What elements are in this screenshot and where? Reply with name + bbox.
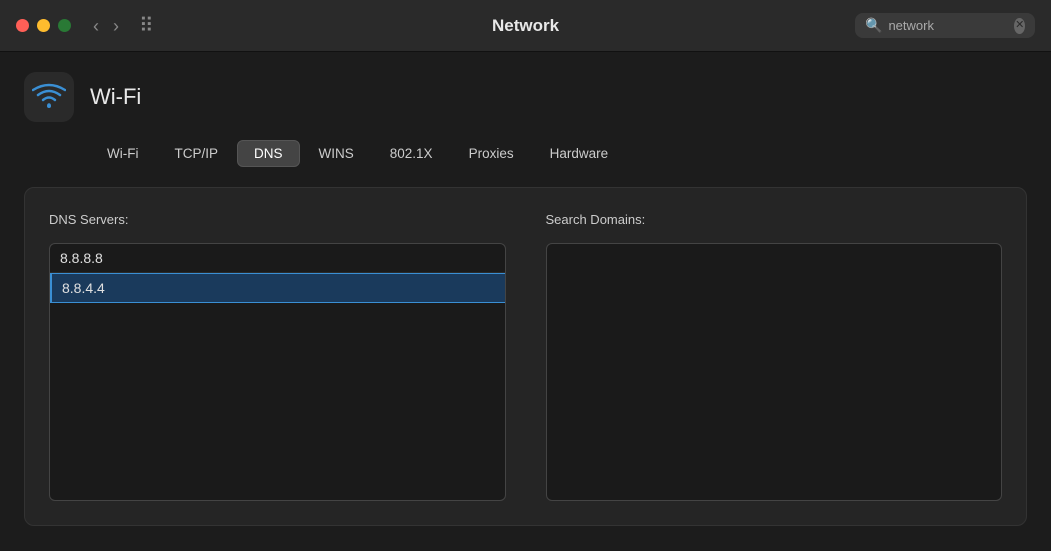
dns-servers-list: 8.8.8.8 8.8.4.4 [49, 243, 506, 501]
dns-servers-section: DNS Servers: 8.8.8.8 8.8.4.4 [49, 212, 506, 501]
tab-wifi[interactable]: Wi-Fi [90, 140, 155, 167]
main-content: Wi-Fi Wi-Fi TCP/IP DNS WINS 802.1X Proxi… [0, 52, 1051, 551]
dns-servers-label: DNS Servers: [49, 212, 506, 227]
grid-icon[interactable]: ⠿ [139, 13, 154, 38]
search-input[interactable] [888, 18, 1008, 33]
titlebar: ‹ › ⠿ Network 🔍 ✕ [0, 0, 1051, 52]
close-button[interactable] [16, 19, 29, 32]
dns-entry-2[interactable]: 8.8.4.4 [50, 273, 505, 303]
minimize-button[interactable] [37, 19, 50, 32]
search-domains-list [546, 243, 1003, 501]
tab-tcpip[interactable]: TCP/IP [157, 140, 235, 167]
search-domains-label: Search Domains: [546, 212, 1003, 227]
search-bar: 🔍 ✕ [855, 13, 1035, 38]
wifi-label: Wi-Fi [90, 84, 141, 110]
search-domains-section: Search Domains: [546, 212, 1003, 501]
traffic-lights [16, 19, 71, 32]
tab-wins[interactable]: WINS [302, 140, 371, 167]
forward-button[interactable]: › [109, 15, 123, 37]
content-panel: DNS Servers: 8.8.8.8 8.8.4.4 Search Doma… [24, 187, 1027, 526]
dns-entry-1[interactable]: 8.8.8.8 [50, 244, 505, 273]
search-icon: 🔍 [865, 17, 882, 34]
tabs-bar: Wi-Fi TCP/IP DNS WINS 802.1X Proxies Har… [90, 140, 1027, 167]
tab-8021x[interactable]: 802.1X [373, 140, 450, 167]
tab-hardware[interactable]: Hardware [533, 140, 626, 167]
maximize-button[interactable] [58, 19, 71, 32]
search-clear-button[interactable]: ✕ [1014, 18, 1025, 34]
wifi-header: Wi-Fi [24, 72, 1027, 122]
window-title: Network [492, 16, 559, 36]
back-button[interactable]: ‹ [89, 15, 103, 37]
wifi-icon [32, 83, 66, 111]
tab-dns[interactable]: DNS [237, 140, 300, 167]
tab-proxies[interactable]: Proxies [452, 140, 531, 167]
wifi-icon-box [24, 72, 74, 122]
nav-buttons: ‹ › [89, 15, 123, 37]
